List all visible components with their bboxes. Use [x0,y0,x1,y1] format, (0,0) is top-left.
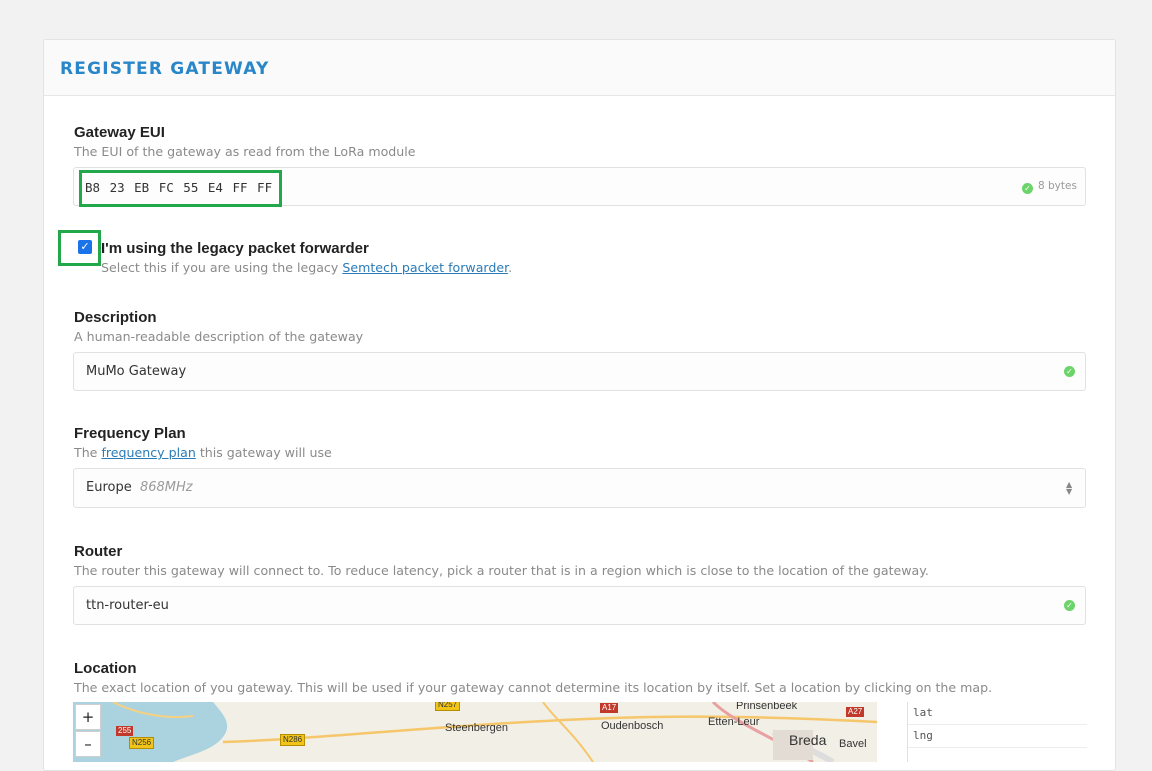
frequency-plan-link[interactable]: frequency plan [101,445,195,460]
frequency-region: Europe [86,480,132,495]
valid-check-icon: ✓ [1064,366,1075,377]
map-label-steenbergen: Steenbergen [445,722,508,734]
location-description: The exact location of you gateway. This … [74,680,993,695]
router-input[interactable]: ttn-router-eu ✓ [73,586,1086,625]
register-gateway-card: REGISTER GATEWAY Gateway EUI The EUI of … [43,39,1116,771]
description-value: MuMo Gateway [86,364,187,379]
road-n255: 255 [116,726,134,736]
zoom-in-button[interactable]: + [75,704,101,730]
lat-input[interactable]: lat [908,702,1087,725]
legacy-desc-text: Select this if you are using the legacy [101,260,343,275]
router-value: ttn-router-eu [86,598,169,613]
description-input[interactable]: MuMo Gateway ✓ [73,352,1086,391]
valid-check-icon: ✓ [1022,183,1033,194]
card-header: REGISTER GATEWAY [44,40,1115,96]
checkmark-icon: ✓ [80,240,90,253]
router-description: The router this gateway will connect to.… [74,563,929,578]
gateway-eui-description: The EUI of the gateway as read from the … [74,144,416,159]
gateway-eui-label: Gateway EUI [74,124,165,141]
frequency-mhz: 868MHz [139,480,193,495]
lat-placeholder: lat [913,706,933,719]
frequency-plan-value: Europe 868MHz [86,480,193,495]
map-label-breda: Breda [789,732,827,748]
eui-bytes-hint: 8 bytes [1038,180,1077,192]
location-map[interactable]: + – 255 N256 N286 N257 A17 A27 Prinsenbe… [73,702,877,762]
legacy-checkbox[interactable]: ✓ [78,240,92,254]
lng-input[interactable]: lng [908,725,1087,748]
semtech-link[interactable]: Semtech packet forwarder [342,260,508,275]
latlng-panel: lat lng [907,702,1087,762]
location-label: Location [74,660,137,677]
legacy-description: Select this if you are using the legacy … [101,260,512,275]
frequency-plan-description: The frequency plan this gateway will use [74,445,332,460]
road-a17: A17 [600,703,619,713]
select-arrows-icon: ▲ ▼ [1066,480,1073,496]
eui-highlight-box [79,170,282,207]
road-n256: N256 [129,737,155,749]
frequency-desc-text: The [74,445,102,460]
map-label-etten-leur: Etten-Leur [708,716,760,728]
page-title: REGISTER GATEWAY [60,59,270,79]
map-label-bavel: Bavel [839,738,867,750]
frequency-desc-suffix: this gateway will use [195,445,332,460]
road-n257: N257 [435,702,461,711]
lng-placeholder: lng [913,729,933,742]
router-label: Router [74,543,123,560]
road-n286: N286 [280,734,306,746]
frequency-plan-select[interactable]: Europe 868MHz ▲ ▼ [73,468,1086,508]
description-hint: A human-readable description of the gate… [74,329,364,344]
legacy-desc-suffix: . [508,260,513,275]
zoom-out-button[interactable]: – [75,731,101,757]
road-a27: A27 [846,707,865,717]
description-label: Description [74,309,157,326]
valid-check-icon: ✓ [1064,600,1075,611]
legacy-label[interactable]: I'm using the legacy packet forwarder [101,240,369,257]
frequency-plan-label: Frequency Plan [74,425,186,442]
map-label-oudenbosch: Oudenbosch [601,720,664,732]
map-label-prinsenbeek: Prinsenbeek [736,702,798,712]
